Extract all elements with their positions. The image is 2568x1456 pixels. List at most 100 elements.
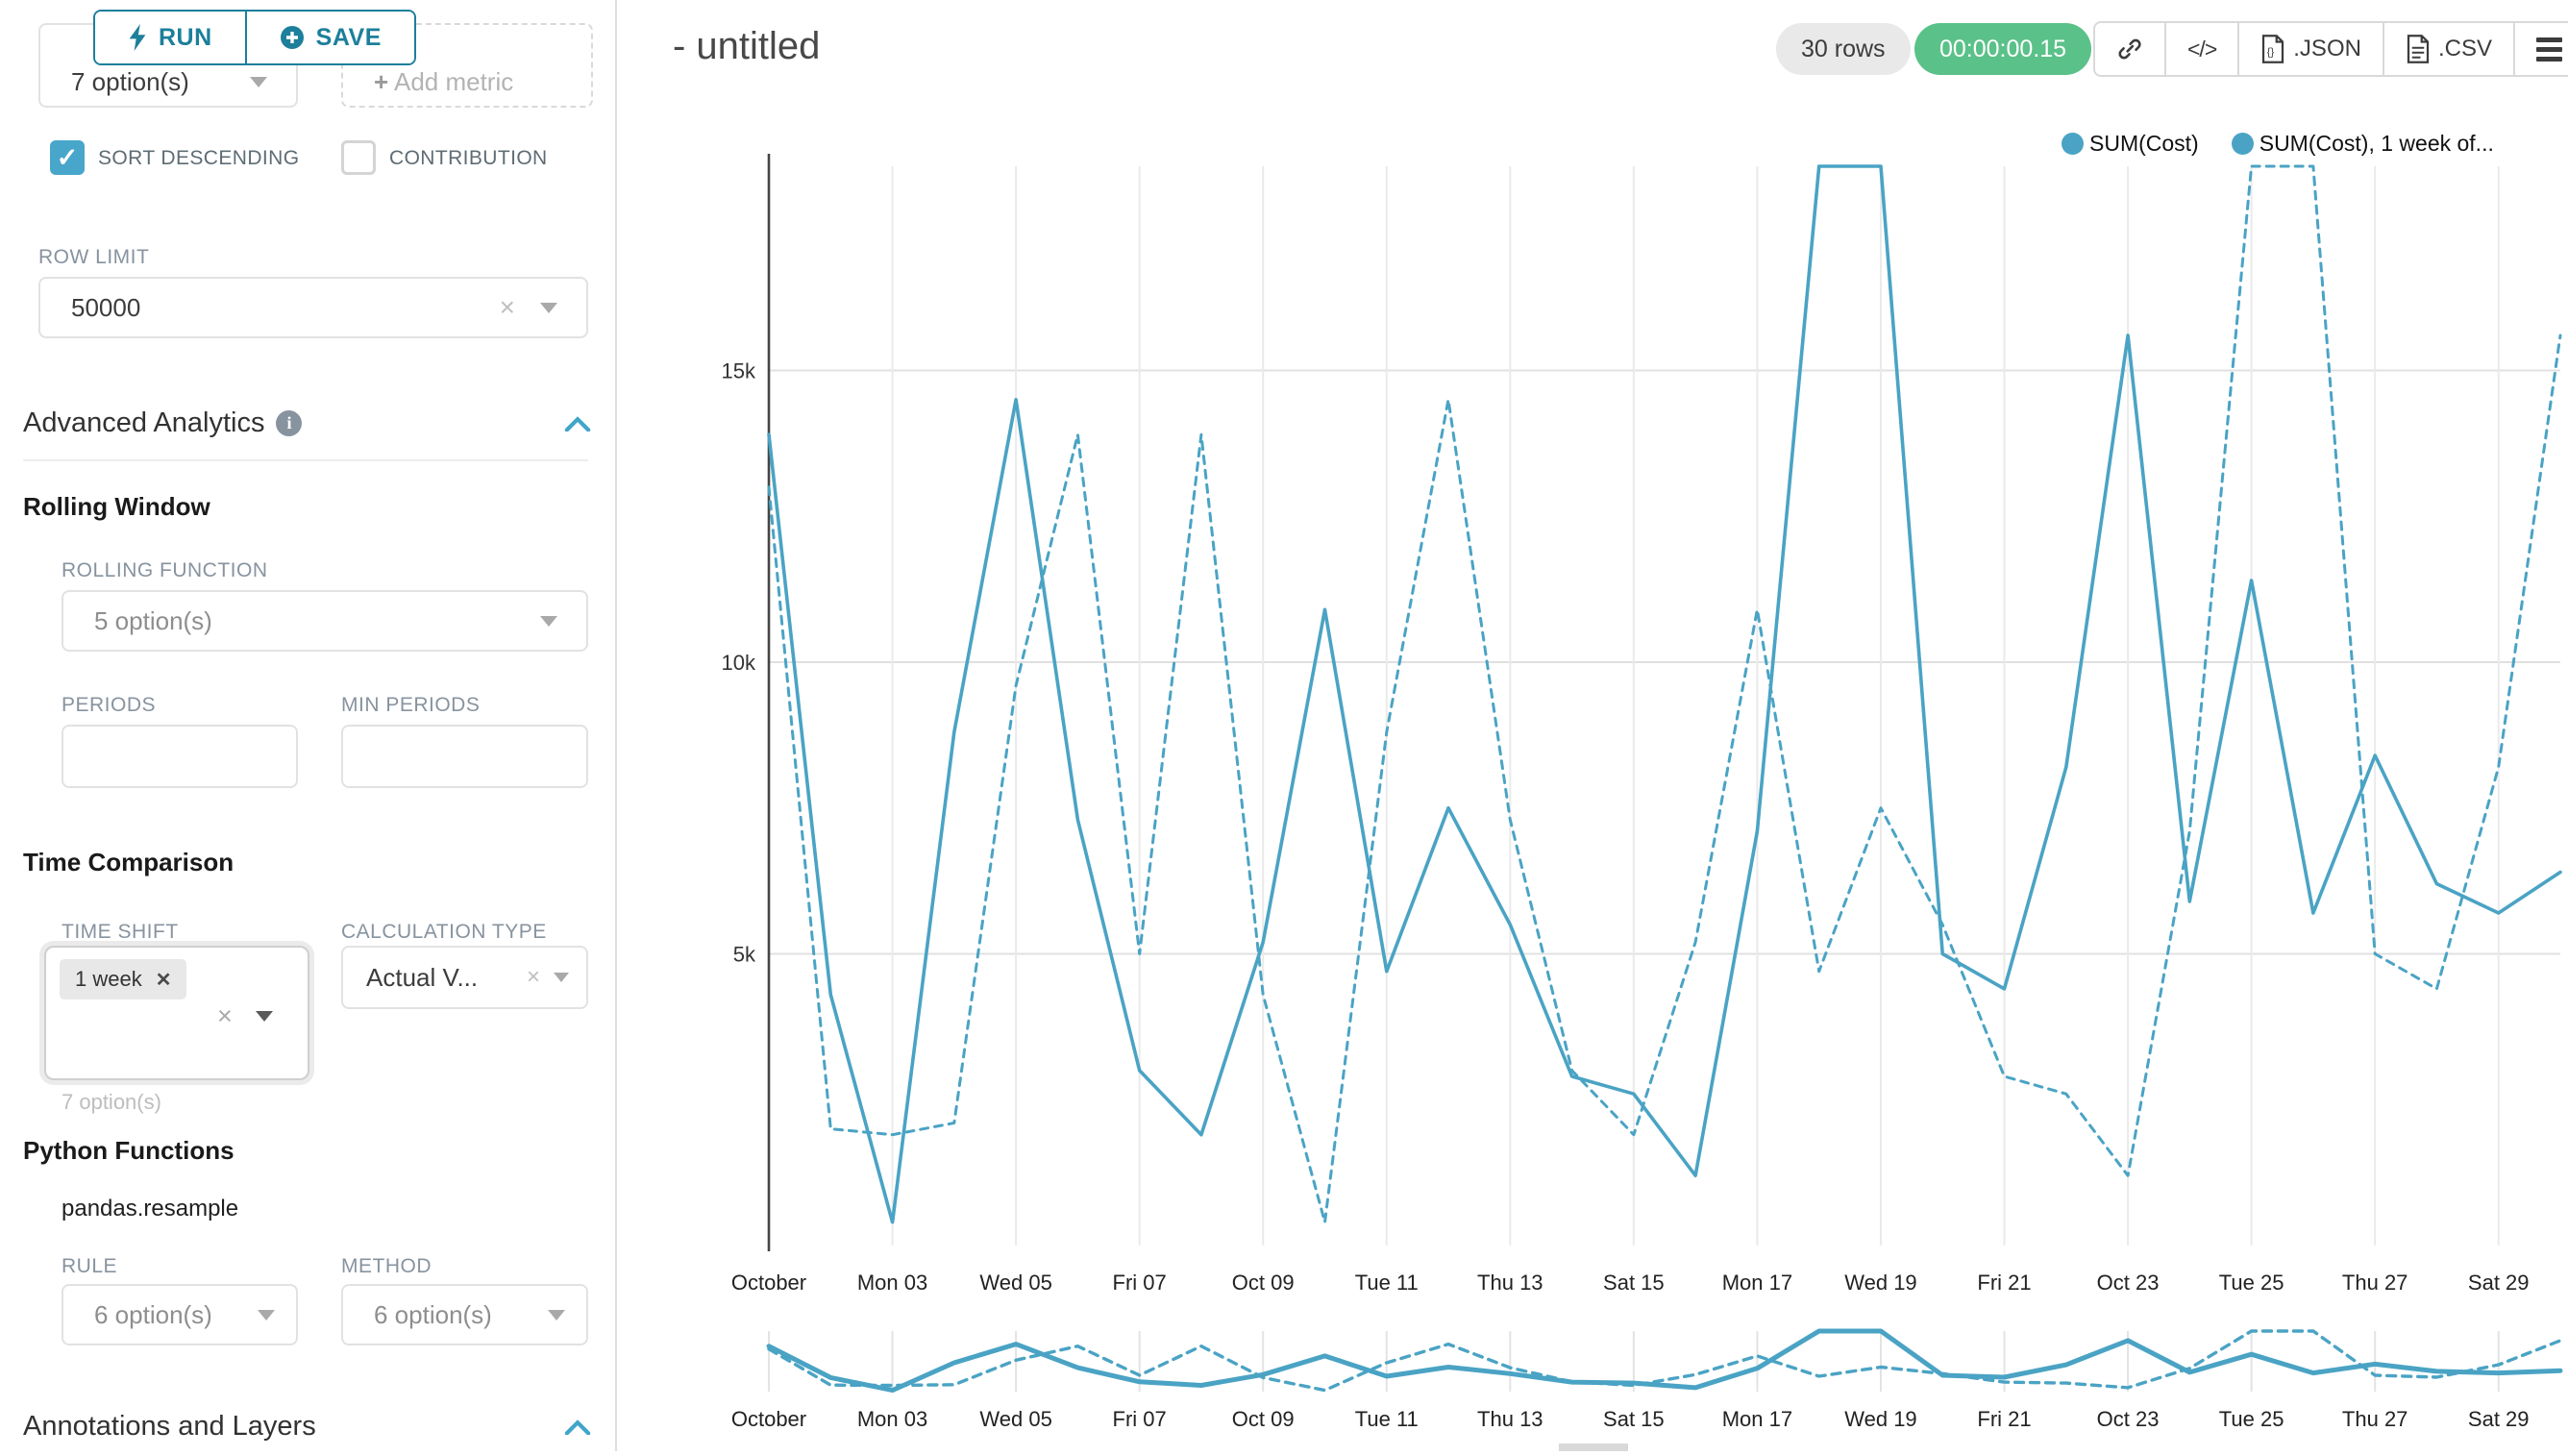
- run-button-label: RUN: [159, 24, 212, 52]
- svg-text:Wed 05: Wed 05: [979, 1407, 1051, 1431]
- min-periods-label: MIN PERIODS: [341, 694, 480, 717]
- checkbox-unchecked-icon[interactable]: [341, 140, 376, 175]
- svg-text:Fri 21: Fri 21: [1977, 1271, 2031, 1295]
- svg-text:Tue 25: Tue 25: [2219, 1407, 2284, 1431]
- svg-text:Wed 19: Wed 19: [1844, 1271, 1916, 1295]
- periods-label: PERIODS: [62, 694, 156, 717]
- rolling-function-value: 5 option(s): [63, 606, 540, 636]
- calculation-type-label: CALCULATION TYPE: [341, 921, 547, 944]
- contribution-control[interactable]: CONTRIBUTION: [341, 140, 610, 177]
- svg-text:Sat 29: Sat 29: [2468, 1271, 2530, 1295]
- svg-text:October: October: [731, 1271, 806, 1295]
- control-panel: RUN SAVE 7 option(s) + Add metric ✓SORT …: [0, 0, 617, 1451]
- method-label: METHOD: [341, 1255, 432, 1278]
- clear-icon[interactable]: ×: [500, 292, 515, 323]
- svg-text:Fri 21: Fri 21: [1977, 1407, 2031, 1431]
- chevron-down-icon[interactable]: [256, 1011, 273, 1022]
- row-limit-value: 50000: [40, 293, 500, 323]
- clear-icon[interactable]: ×: [527, 964, 540, 991]
- contribution-label: CONTRIBUTION: [389, 147, 548, 169]
- svg-text:Thu 27: Thu 27: [2342, 1271, 2408, 1295]
- annotations-title: Annotations and Layers: [23, 1411, 316, 1443]
- save-button[interactable]: SAVE: [247, 12, 414, 63]
- time-shift-tag-label: 1 week: [75, 967, 142, 992]
- method-select[interactable]: 6 option(s): [341, 1284, 588, 1345]
- svg-text:15k: 15k: [722, 358, 756, 383]
- divider: [23, 459, 588, 461]
- svg-text:Mon 03: Mon 03: [857, 1407, 927, 1431]
- plus-circle-icon: [280, 25, 305, 50]
- rolling-function-select[interactable]: 5 option(s): [62, 590, 588, 652]
- svg-text:Oct 23: Oct 23: [2097, 1271, 2160, 1295]
- python-functions-title: Python Functions: [23, 1136, 235, 1166]
- timeseries-line-chart[interactable]: 5k 10k 15k October Mon 03 Wed 05 Fri 07 Oct 09 T…: [617, 0, 2568, 1451]
- legend-item-sum-cost-offset[interactable]: SUM(Cost), 1 week of...: [2232, 131, 2494, 157]
- svg-text:Tue 11: Tue 11: [1355, 1407, 1419, 1431]
- run-button[interactable]: RUN: [95, 12, 247, 63]
- row-limit-label: ROW LIMIT: [38, 246, 149, 269]
- svg-text:Oct 09: Oct 09: [1232, 1271, 1295, 1295]
- periods-input[interactable]: [62, 725, 298, 788]
- chevron-down-icon: [258, 1310, 275, 1320]
- python-function-name: pandas.resample: [62, 1196, 238, 1222]
- svg-text:5k: 5k: [733, 942, 756, 966]
- checkbox-checked-icon[interactable]: ✓: [50, 140, 85, 175]
- legend-label: SUM(Cost): [2089, 131, 2199, 157]
- time-comparison-title: Time Comparison: [23, 848, 234, 877]
- svg-text:Tue 25: Tue 25: [2219, 1271, 2284, 1295]
- advanced-analytics-header[interactable]: Advanced Analytics i: [23, 407, 592, 439]
- calculation-type-value: Actual V...: [343, 963, 527, 993]
- info-icon[interactable]: i: [276, 410, 302, 436]
- svg-text:Thu 27: Thu 27: [2342, 1407, 2408, 1431]
- annotations-header[interactable]: Annotations and Layers: [23, 1411, 592, 1443]
- svg-text:Sat 29: Sat 29: [2468, 1407, 2530, 1431]
- chevron-down-icon: [540, 303, 557, 313]
- svg-text:Oct 09: Oct 09: [1232, 1407, 1295, 1431]
- legend-dot: [2232, 133, 2254, 155]
- method-value: 6 option(s): [343, 1300, 548, 1330]
- svg-text:Wed 05: Wed 05: [979, 1271, 1051, 1295]
- svg-text:October: October: [731, 1407, 806, 1431]
- svg-text:Oct 23: Oct 23: [2097, 1407, 2160, 1431]
- legend-dot: [2062, 133, 2084, 155]
- advanced-analytics-title: Advanced Analytics: [23, 407, 264, 439]
- chevron-down-icon: [554, 973, 569, 982]
- horizontal-scrollbar[interactable]: [1559, 1444, 1628, 1451]
- time-shift-tag[interactable]: 1 week ✕: [60, 959, 186, 999]
- legend-label: SUM(Cost), 1 week of...: [2259, 131, 2494, 157]
- svg-text:Fri 07: Fri 07: [1113, 1271, 1167, 1295]
- svg-text:Mon 17: Mon 17: [1722, 1407, 1792, 1431]
- sort-descending-control[interactable]: ✓ SORT DESCENDING: [38, 140, 308, 177]
- rule-label: RULE: [62, 1255, 117, 1278]
- svg-text:Mon 03: Mon 03: [857, 1271, 927, 1295]
- chevron-up-icon[interactable]: [563, 416, 592, 432]
- rule-value: 6 option(s): [63, 1300, 258, 1330]
- min-periods-input[interactable]: [341, 725, 588, 788]
- svg-text:Thu 13: Thu 13: [1477, 1407, 1543, 1431]
- time-shift-hint: 7 option(s): [62, 1090, 161, 1115]
- svg-text:Sat 15: Sat 15: [1603, 1407, 1665, 1431]
- save-button-label: SAVE: [316, 24, 382, 52]
- svg-text:Wed 19: Wed 19: [1844, 1407, 1916, 1431]
- svg-text:Mon 17: Mon 17: [1722, 1271, 1792, 1295]
- rolling-window-title: Rolling Window: [23, 492, 210, 522]
- chevron-down-icon: [540, 616, 557, 627]
- legend-item-sum-cost[interactable]: SUM(Cost): [2062, 131, 2199, 157]
- calculation-type-select[interactable]: Actual V... ×: [341, 946, 588, 1009]
- chevron-up-icon[interactable]: [563, 1419, 592, 1435]
- rule-select[interactable]: 6 option(s): [62, 1284, 298, 1345]
- add-metric-label: Add metric: [394, 67, 513, 96]
- row-limit-select[interactable]: 50000 ×: [38, 277, 588, 338]
- clear-icon[interactable]: ×: [217, 1001, 233, 1031]
- chevron-down-icon: [250, 77, 267, 87]
- svg-text:Tue 11: Tue 11: [1355, 1271, 1419, 1295]
- sort-descending-label: SORT DESCENDING: [98, 147, 299, 169]
- time-shift-label: TIME SHIFT: [62, 921, 179, 944]
- svg-text:10k: 10k: [722, 651, 756, 675]
- chart-legend: SUM(Cost) SUM(Cost), 1 week of...: [2062, 131, 2494, 157]
- chart-canvas[interactable]: 5k 10k 15k October Mon 03 Wed 05 Fri 07 Oct 09 T…: [617, 0, 2568, 1451]
- remove-tag-icon[interactable]: ✕: [156, 968, 172, 992]
- time-shift-multiselect[interactable]: 1 week ✕ ×: [44, 946, 309, 1080]
- run-save-button-group: RUN SAVE: [93, 10, 416, 65]
- chevron-down-icon: [548, 1310, 565, 1320]
